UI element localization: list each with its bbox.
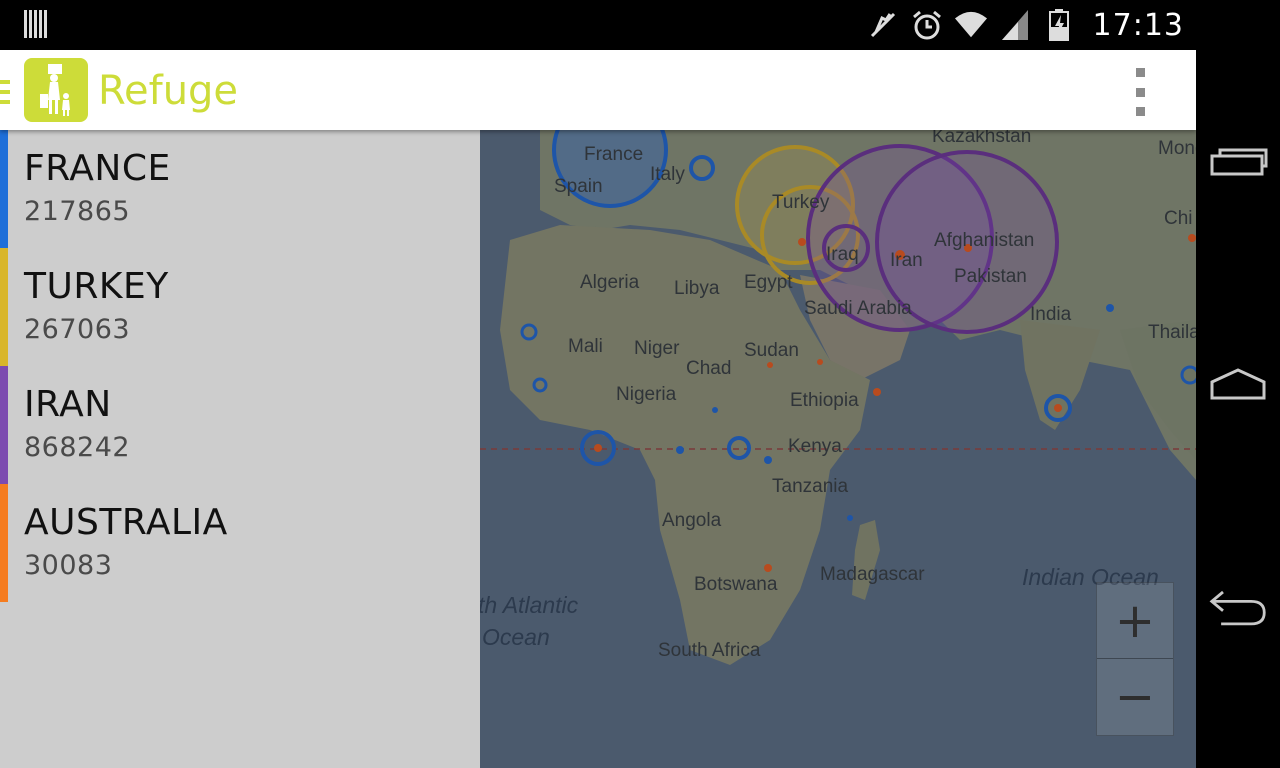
drawer-item-name: TURKEY xyxy=(24,266,169,307)
overflow-menu-button[interactable] xyxy=(1122,68,1158,116)
map-label-mongolia: Mongo xyxy=(1158,138,1196,159)
drawer-item-name: AUSTRALIA xyxy=(24,502,228,543)
map-label-kazakhstan: Kazakhstan xyxy=(932,130,1032,147)
map-label-atlantic-ocean-2: Ocean xyxy=(482,624,550,650)
map-label-spain: Spain xyxy=(554,176,603,197)
drawer-item-australia[interactable]: AUSTRALIA 30083 xyxy=(0,484,480,602)
map-label-atlantic-ocean-1: th Atlantic xyxy=(480,592,579,618)
refuge-family-logo-icon[interactable] xyxy=(24,58,88,122)
map-label-angola: Angola xyxy=(662,510,722,531)
drawer-item-turkey[interactable]: TURKEY 267063 xyxy=(0,248,480,366)
drawer-item-iran[interactable]: IRAN 868242 xyxy=(0,366,480,484)
drawer-item-name: IRAN xyxy=(24,384,112,425)
drawer-item-count: 30083 xyxy=(24,550,113,581)
battery-charging-icon xyxy=(1043,9,1075,41)
map-label-south-africa: South Africa xyxy=(658,640,761,661)
map-label-kenya: Kenya xyxy=(788,436,842,457)
overflow-dot xyxy=(1135,107,1145,116)
status-time: 17:13 xyxy=(1092,7,1184,43)
map-label-turkey: Turkey xyxy=(772,192,830,213)
map-label-tanzania: Tanzania xyxy=(772,476,849,497)
back-button[interactable] xyxy=(1208,582,1268,632)
action-bar: Refuge xyxy=(0,50,1196,130)
map-label-pakistan: Pakistan xyxy=(954,266,1027,287)
drawer-item-accent xyxy=(0,366,8,484)
map-label-saudi-arabia: Saudi Arabia xyxy=(804,298,912,319)
status-icons: 17:13 xyxy=(867,6,1184,44)
zoom-controls: + − xyxy=(1096,582,1174,736)
zoom-in-button[interactable]: + xyxy=(1097,583,1173,659)
status-bar: 17:13 xyxy=(0,0,1196,50)
map-label-madagascar: Madagascar xyxy=(820,564,925,585)
drawer-item-count: 267063 xyxy=(24,314,131,345)
drawer-item-france[interactable]: FRANCE 217865 xyxy=(0,130,480,248)
back-icon xyxy=(1209,590,1266,626)
wifi-icon xyxy=(954,9,987,41)
map-label-iraq: Iraq xyxy=(826,244,859,265)
drawer-item-accent xyxy=(0,484,8,602)
drawer-item-accent xyxy=(0,130,8,248)
home-button[interactable] xyxy=(1208,358,1268,408)
map-label-france: France xyxy=(584,144,644,165)
map-label-mali: Mali xyxy=(568,336,603,357)
drawer-item-count: 217865 xyxy=(24,196,131,227)
drawer-item-accent xyxy=(0,248,8,366)
app-title: Refuge xyxy=(98,68,239,114)
drawer-item-count: 868242 xyxy=(24,432,131,463)
map-label-thailand: Thailan xyxy=(1148,322,1196,343)
map-label-chad: Chad xyxy=(686,358,732,379)
map-label-botswana: Botswana xyxy=(694,574,778,595)
drawer-toggle-icon[interactable] xyxy=(0,80,10,104)
home-icon xyxy=(1210,368,1266,400)
barcode-notification-icon xyxy=(24,10,48,38)
system-nav-bar xyxy=(1196,0,1280,768)
map-label-afghanistan: Afghanistan xyxy=(934,230,1035,251)
world-map[interactable]: Kazakhstan Mongo France Spain Italy Turk… xyxy=(480,130,1196,768)
overflow-dot xyxy=(1135,68,1145,77)
drawer-item-name: FRANCE xyxy=(24,148,171,189)
map-label-ethiopia: Ethiopia xyxy=(790,390,859,411)
mute-icon xyxy=(867,9,899,41)
overflow-dot xyxy=(1135,87,1145,97)
recent-apps-icon xyxy=(1210,148,1268,176)
signal-icon xyxy=(999,9,1031,41)
navigation-drawer: FRANCE 217865 TURKEY 267063 IRAN 868242 … xyxy=(0,130,480,768)
map-label-india: India xyxy=(1030,304,1072,325)
map-label-italy: Italy xyxy=(650,164,685,185)
map-label-iran: Iran xyxy=(890,250,923,271)
zoom-out-button[interactable]: − xyxy=(1097,659,1173,734)
recent-apps-button[interactable] xyxy=(1208,136,1268,186)
map-label-egypt: Egypt xyxy=(744,272,793,293)
map-label-china: Chi xyxy=(1164,208,1193,229)
map-label-sudan: Sudan xyxy=(744,340,799,361)
map-label-niger: Niger xyxy=(634,338,680,359)
map-label-nigeria: Nigeria xyxy=(616,384,677,405)
alarm-icon xyxy=(911,9,943,41)
map-label-algeria: Algeria xyxy=(580,272,640,293)
map-label-libya: Libya xyxy=(674,278,720,299)
